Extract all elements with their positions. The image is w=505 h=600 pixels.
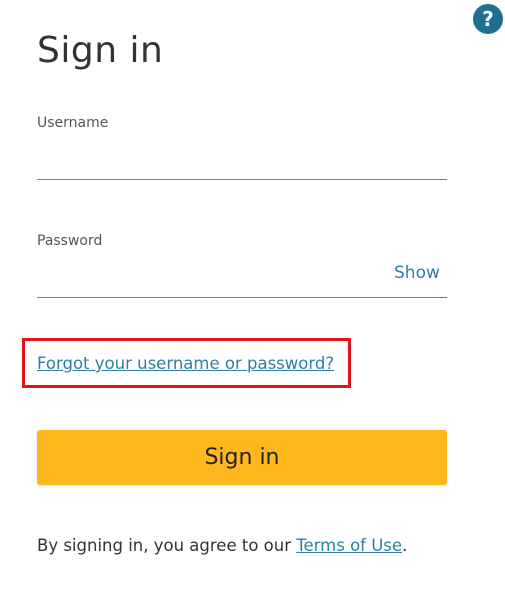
terms-of-use-link[interactable]: Terms of Use: [296, 536, 402, 555]
username-label: Username: [37, 115, 109, 131]
password-label: Password: [37, 233, 103, 249]
terms-notice: By signing in, you agree to our Terms of…: [37, 536, 407, 555]
username-input[interactable]: [37, 144, 447, 180]
forgot-credentials-link[interactable]: Forgot your username or password?: [37, 354, 334, 373]
password-input[interactable]: [37, 262, 447, 298]
sign-in-button[interactable]: Sign in: [37, 430, 447, 485]
terms-prefix: By signing in, you agree to our: [37, 536, 297, 555]
sign-in-page: ? Sign in Username Password Show Forgot …: [0, 0, 505, 600]
show-password-toggle[interactable]: Show: [394, 263, 440, 283]
help-icon[interactable]: ?: [473, 4, 503, 34]
terms-suffix: .: [402, 536, 408, 555]
page-title: Sign in: [37, 30, 164, 71]
